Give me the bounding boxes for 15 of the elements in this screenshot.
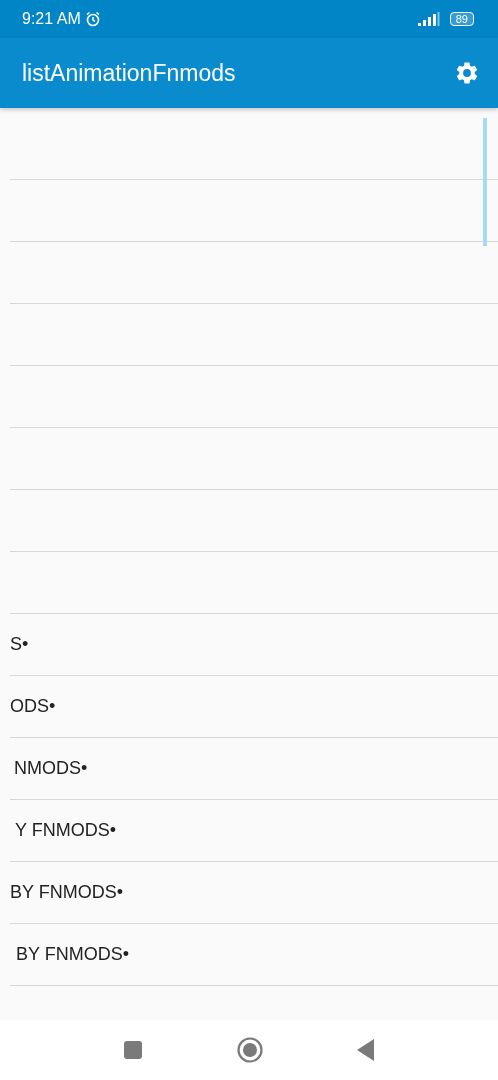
signal-icon xyxy=(417,12,440,26)
list-item-text: Y FNMODS• xyxy=(14,820,116,841)
list-item-text: NMODS• xyxy=(13,758,88,779)
recents-icon[interactable] xyxy=(123,1040,143,1060)
list-item-text: S• xyxy=(9,634,29,655)
settings-icon[interactable] xyxy=(454,60,480,86)
status-time: 9:21 AM xyxy=(22,10,81,28)
list-item-text: BY FNMODS• xyxy=(9,882,123,903)
battery-indicator: 89 xyxy=(449,12,474,26)
alarm-clock-icon xyxy=(84,11,101,27)
app-title: listAnimationFnmods xyxy=(22,59,236,87)
back-icon[interactable] xyxy=(357,1039,375,1061)
list-item-text: BY FNMODS• xyxy=(15,944,129,965)
list-item-text: ODS• xyxy=(9,696,56,717)
home-icon[interactable] xyxy=(237,1037,263,1063)
